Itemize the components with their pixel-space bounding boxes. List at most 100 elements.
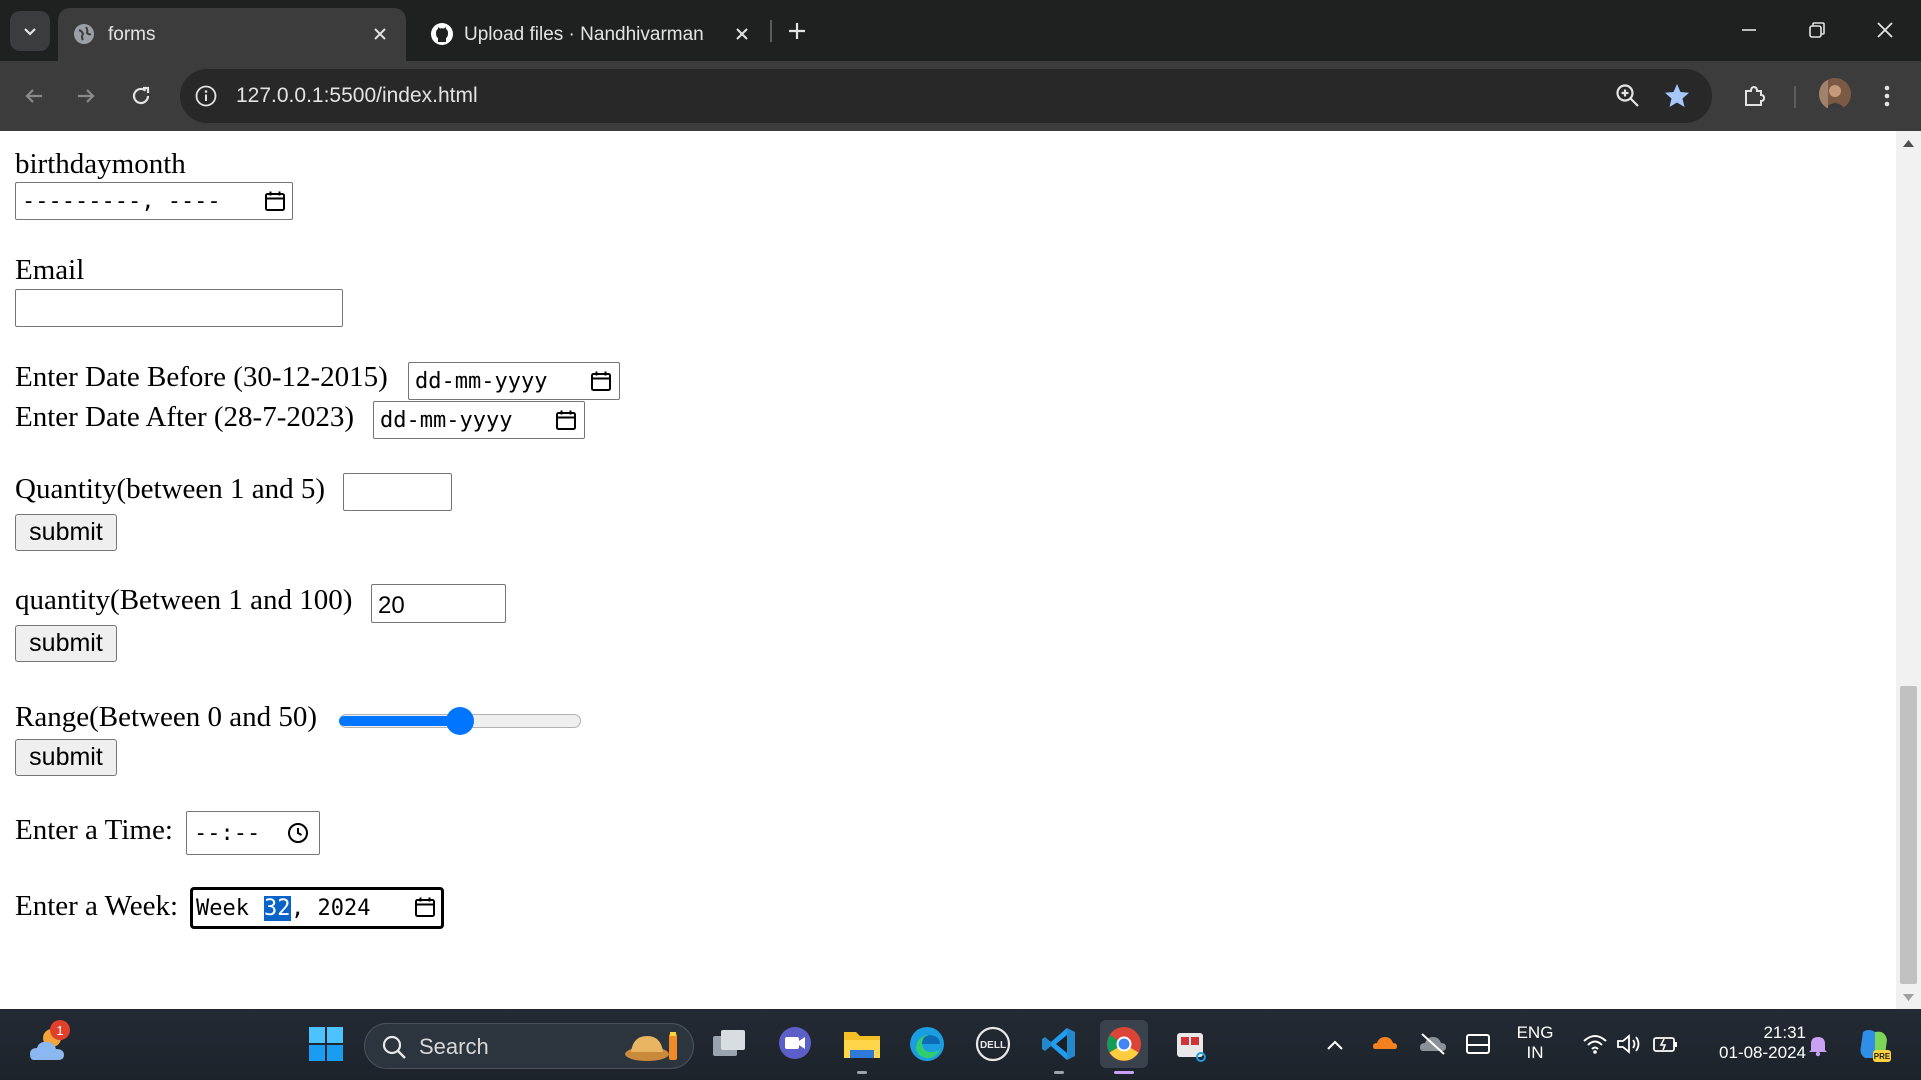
address-bar[interactable]: 127.0.0.1:5500/index.html <box>180 69 1712 123</box>
calendar-icon[interactable] <box>263 189 287 213</box>
cloudflare-icon[interactable] <box>1371 1033 1399 1053</box>
taskbar-search[interactable]: Search <box>364 1023 694 1069</box>
running-indicator <box>857 1071 867 1074</box>
wifi-icon[interactable] <box>1582 1033 1608 1055</box>
close-icon <box>374 28 386 40</box>
calendar-icon[interactable] <box>589 369 613 393</box>
submit-button[interactable]: submit <box>15 514 117 551</box>
tab-strip: forms Upload files · Nandhivarman/1- <box>0 0 1921 61</box>
battery-icon[interactable] <box>1652 1031 1680 1055</box>
submit-button[interactable]: submit <box>15 625 117 662</box>
submit-button[interactable]: submit <box>15 739 117 776</box>
windows-logo-icon <box>309 1027 343 1061</box>
teams-chat-button[interactable] <box>771 1020 819 1068</box>
edge-button[interactable] <box>903 1020 951 1068</box>
chrome-icon <box>1107 1027 1141 1061</box>
puzzle-icon <box>1745 85 1766 106</box>
profile-avatar[interactable] <box>1819 78 1851 110</box>
bookmark-star-icon[interactable] <box>1662 81 1692 111</box>
tab-title: forms <box>108 23 156 45</box>
week-prefix: Week <box>196 896 263 921</box>
forward-button[interactable] <box>66 76 106 116</box>
volume-icon[interactable] <box>1616 1033 1644 1055</box>
week-label: Enter a Week: <box>15 890 178 922</box>
quantity-large-label: quantity(Between 1 and 100) <box>15 584 353 616</box>
svg-text:DELL: DELL <box>980 1040 1006 1051</box>
extensions-button[interactable] <box>1734 76 1774 116</box>
info-icon[interactable] <box>194 84 218 108</box>
weather-widget[interactable]: 1 <box>24 1020 72 1068</box>
close-tab-button[interactable] <box>730 22 754 46</box>
dell-icon: DELL <box>975 1026 1011 1062</box>
time-value: --:-- <box>194 821 261 846</box>
github-icon <box>431 23 453 45</box>
quantity-small-label: Quantity(between 1 and 5) <box>15 473 326 505</box>
tab-search-button[interactable] <box>10 11 50 51</box>
chrome-button[interactable] <box>1100 1020 1148 1074</box>
language-region: IN <box>1526 1043 1544 1062</box>
scroll-up-arrow-icon[interactable] <box>1902 139 1915 148</box>
onedrive-offline-icon[interactable] <box>1418 1031 1448 1055</box>
browser-menu-button[interactable] <box>1867 76 1907 116</box>
page-content: birthdaymonth ---------, ---- Email Ente… <box>0 131 1896 1009</box>
file-explorer-button[interactable] <box>838 1020 886 1074</box>
close-icon <box>736 28 748 40</box>
birthday-month-label: birthdaymonth <box>15 148 186 180</box>
zoom-icon[interactable] <box>1614 82 1642 110</box>
minimize-button[interactable] <box>1715 0 1783 60</box>
vscode-icon <box>1042 1028 1075 1060</box>
close-window-button[interactable] <box>1851 0 1919 60</box>
clock[interactable]: 21:31 01-08-2024 <box>1694 1023 1806 1063</box>
new-tab-button[interactable] <box>780 14 814 48</box>
copilot-icon[interactable]: PRE <box>1855 1026 1893 1064</box>
notification-bell-icon[interactable] <box>1807 1033 1829 1057</box>
windows-taskbar: 1 Search DELL ENG IN 21:31 01-08-2024 PR… <box>0 1009 1921 1080</box>
tab-upload-files[interactable]: Upload files · Nandhivarman/1- <box>416 8 768 61</box>
more-vertical-icon <box>1884 85 1890 107</box>
snipping-tool-button[interactable] <box>1166 1020 1214 1068</box>
dell-app-button[interactable]: DELL <box>969 1020 1017 1068</box>
time-input[interactable]: --:-- <box>186 811 320 855</box>
restore-button[interactable] <box>1783 0 1851 60</box>
browser-toolbar: 127.0.0.1:5500/index.html <box>0 61 1921 131</box>
date-before-input[interactable]: dd-mm-yyyy <box>408 362 620 400</box>
date-after-input[interactable]: dd-mm-yyyy <box>373 401 585 439</box>
back-button[interactable] <box>14 76 54 116</box>
range-thumb[interactable] <box>446 707 474 735</box>
calendar-icon[interactable] <box>413 895 437 919</box>
globe-icon <box>74 24 94 44</box>
week-number-selected[interactable]: 32 <box>264 896 291 921</box>
url-text[interactable]: 127.0.0.1:5500/index.html <box>236 84 478 108</box>
email-field[interactable] <box>15 289 343 327</box>
task-view-button[interactable] <box>705 1020 753 1068</box>
active-indicator <box>1114 1071 1134 1074</box>
calendar-icon[interactable] <box>554 408 578 432</box>
date-after-label: Enter Date After (28-7-2023) <box>15 401 355 433</box>
vscode-button[interactable] <box>1035 1020 1083 1074</box>
minimize-icon <box>1742 29 1756 31</box>
quantity-large-input[interactable]: 20 <box>371 584 506 623</box>
quantity-small-input[interactable] <box>343 473 452 511</box>
reload-button[interactable] <box>121 76 161 116</box>
display-icon[interactable] <box>1465 1033 1491 1055</box>
week-input[interactable]: Week 32 , 2024 <box>190 887 444 929</box>
language-code: ENG <box>1516 1023 1554 1042</box>
birthday-month-input[interactable]: ---------, ---- <box>15 182 293 220</box>
chevron-up-icon[interactable] <box>1326 1039 1344 1051</box>
tab-forms[interactable]: forms <box>58 8 406 61</box>
search-icon <box>382 1035 406 1059</box>
range-label: Range(Between 0 and 50) <box>15 701 317 733</box>
snipping-icon <box>1177 1033 1206 1062</box>
start-button[interactable] <box>302 1020 350 1068</box>
scroll-down-arrow-icon[interactable] <box>1902 993 1915 1002</box>
running-indicator <box>1054 1071 1064 1074</box>
range-track-filled <box>339 716 460 726</box>
language-indicator[interactable]: ENG IN <box>1510 1023 1560 1063</box>
close-icon <box>1877 22 1893 38</box>
scrollbar-thumb[interactable] <box>1900 686 1917 984</box>
plus-icon <box>789 23 805 39</box>
close-tab-button[interactable] <box>368 22 392 46</box>
clock-icon[interactable] <box>286 821 310 845</box>
reload-icon <box>132 86 150 105</box>
page-scrollbar[interactable] <box>1896 131 1921 1009</box>
